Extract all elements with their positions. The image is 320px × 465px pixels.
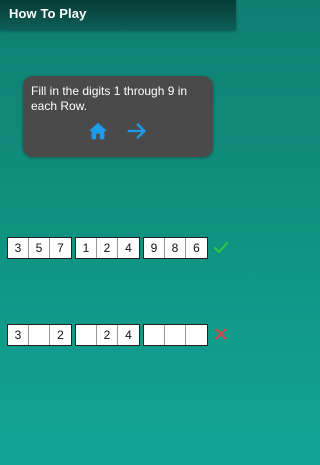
- check-icon: [213, 241, 229, 254]
- instruction-card: Fill in the digits 1 through 9 in each R…: [23, 76, 213, 157]
- digit-cell: [144, 325, 165, 345]
- digit-cell: 5: [29, 238, 50, 258]
- digit-cell: 9: [144, 238, 165, 258]
- page-title: How To Play: [9, 6, 87, 21]
- instruction-icons: [23, 120, 213, 142]
- digit-group: 3 2: [7, 324, 72, 346]
- digit-cell: 3: [8, 325, 29, 345]
- arrow-right-icon[interactable]: [126, 121, 148, 141]
- example-row-correct: 3 5 7 1 2 4 9 8 6: [7, 237, 233, 259]
- digit-cell: 1: [76, 238, 97, 258]
- home-icon[interactable]: [87, 120, 109, 142]
- digit-cell: 4: [125, 328, 132, 342]
- digit-cell: [186, 325, 207, 345]
- digit-group: 3 5 7: [7, 237, 72, 259]
- digit-cell: 7: [57, 241, 64, 255]
- digit-cell: 8: [165, 238, 186, 258]
- digit-group: [143, 324, 208, 346]
- example-row-incorrect: 3 2 2 4: [7, 324, 233, 346]
- close-icon: [215, 328, 227, 340]
- digit-cell: 3: [8, 238, 29, 258]
- digit-cell: 2: [57, 328, 64, 342]
- digit-group: 2 4: [75, 324, 140, 346]
- digit-cell: [165, 325, 186, 345]
- digit-cell: 4: [125, 241, 132, 255]
- digit-cell: 6: [193, 241, 200, 255]
- digit-group: 1 2 4: [75, 237, 140, 259]
- digit-cell: 2: [97, 238, 118, 258]
- digit-cell: [29, 325, 50, 345]
- digit-cell: [76, 325, 97, 345]
- instruction-text: Fill in the digits 1 through 9 in each R…: [31, 84, 188, 113]
- digit-cell: 2: [97, 325, 118, 345]
- digit-group: 9 8 6: [143, 237, 208, 259]
- app-bar: How To Play: [0, 0, 236, 30]
